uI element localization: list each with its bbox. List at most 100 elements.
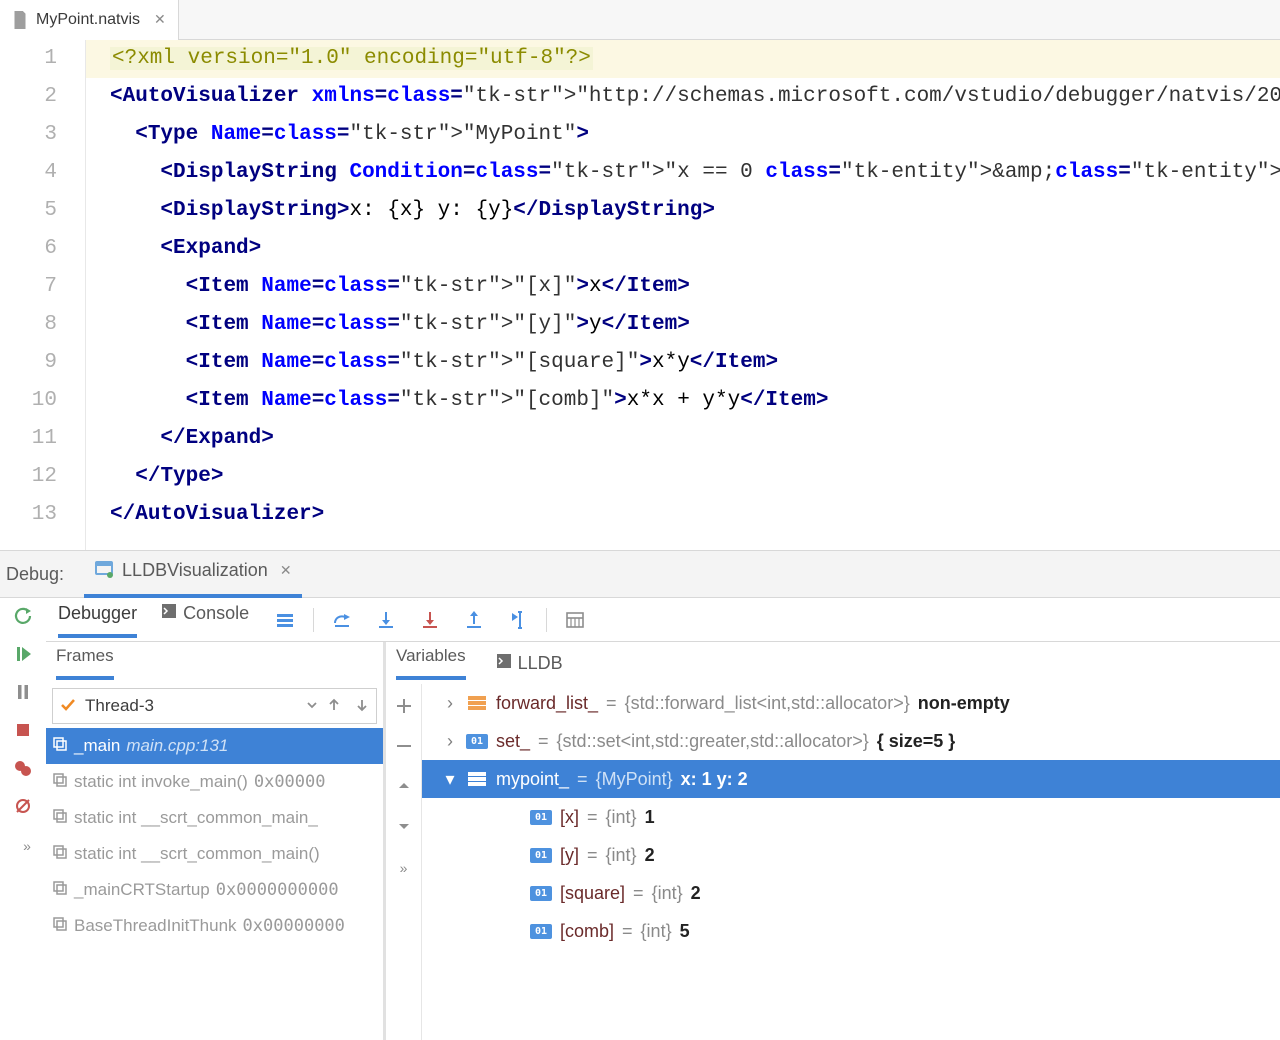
var-name: forward_list_ xyxy=(496,693,598,714)
frame-name: _main xyxy=(74,736,120,756)
var-value: non-empty xyxy=(918,693,1010,714)
chevron-right-icon[interactable]: › xyxy=(442,693,458,714)
editor-tab-filename: MyPoint.natvis xyxy=(36,11,140,29)
code-line[interactable]: <Item Name=class="tk-str">"[y]">y</Item> xyxy=(110,306,1280,344)
step-over-button[interactable] xyxy=(330,608,354,632)
primitive-icon: 01 xyxy=(530,848,552,863)
variables-tree[interactable]: ›forward_list_ = {std::forward_list<int,… xyxy=(422,684,1280,1040)
code-line[interactable]: <DisplayString>x: {x} y: {y}</DisplayStr… xyxy=(110,192,1280,230)
primitive-icon: 01 xyxy=(466,734,488,749)
step-out-button[interactable] xyxy=(462,608,486,632)
variable-row[interactable]: ›01set_ = {std::set<int,std::greater,std… xyxy=(422,722,1280,760)
run-configuration-tab[interactable]: LLDBVisualization ✕ xyxy=(84,550,302,598)
mute-breakpoints-button[interactable] xyxy=(11,794,35,818)
tab-debugger[interactable]: Debugger xyxy=(58,599,137,628)
code-editor[interactable]: 1 2 3 4 5 6 7 8 9 10 11 12 13 <?xml vers… xyxy=(0,40,1280,550)
variables-tab[interactable]: Variables xyxy=(396,646,466,680)
frame-name: static int __scrt_common_main_ xyxy=(74,808,318,828)
code-line[interactable]: </Type> xyxy=(110,458,1280,496)
chevron-down-icon[interactable] xyxy=(306,699,318,714)
arrow-down-icon[interactable] xyxy=(354,697,370,716)
variables-panel: Variables LLDB » xyxy=(386,642,1280,1040)
lldb-tab[interactable]: LLDB xyxy=(496,649,563,678)
debugger-panels: Frames Thread-3 _main main.cpp:131sta xyxy=(46,642,1280,1040)
frame-item[interactable]: static int invoke_main() 0x00000 xyxy=(46,764,383,800)
line-number: 1 xyxy=(0,40,57,78)
resume-button[interactable] xyxy=(11,642,35,666)
arrow-up-icon[interactable] xyxy=(326,697,342,716)
frames-panel-header: Frames xyxy=(46,642,383,684)
code-line[interactable]: <Item Name=class="tk-str">"[comb]">x*x +… xyxy=(110,382,1280,420)
variables-main: » ›forward_list_ = {std::forward_list<in… xyxy=(386,684,1280,1040)
frame-name: static int __scrt_common_main() xyxy=(74,844,320,864)
code-line[interactable]: <AutoVisualizer xmlns=class="tk-str">"ht… xyxy=(110,78,1280,116)
stack-frame-icon xyxy=(52,844,68,865)
line-number: 5 xyxy=(0,192,57,230)
more-actions-button[interactable]: » xyxy=(400,854,408,882)
line-number: 10 xyxy=(0,382,57,420)
var-value: 1 xyxy=(645,807,655,828)
pause-button[interactable] xyxy=(11,680,35,704)
variable-row[interactable]: 01[y] = {int} 2 xyxy=(422,836,1280,874)
primitive-icon: 01 xyxy=(530,924,552,939)
variable-row[interactable]: ›forward_list_ = {std::forward_list<int,… xyxy=(422,684,1280,722)
watch-down-button[interactable] xyxy=(392,814,416,838)
variable-row[interactable]: 01[x] = {int} 1 xyxy=(422,798,1280,836)
chevron-down-icon[interactable]: ▾ xyxy=(442,769,458,790)
code-line[interactable]: <Expand> xyxy=(110,230,1280,268)
thread-name: Thread-3 xyxy=(85,696,298,716)
debug-toolwindow-header: Debug: LLDBVisualization ✕ xyxy=(0,550,1280,598)
line-number: 8 xyxy=(0,306,57,344)
code-area[interactable]: <?xml version="1.0" encoding="utf-8"?><A… xyxy=(85,40,1280,550)
close-icon[interactable]: ✕ xyxy=(280,562,292,579)
var-name: [x] xyxy=(560,807,579,828)
variable-row[interactable]: 01[square] = {int} 2 xyxy=(422,874,1280,912)
tab-console[interactable]: Console xyxy=(161,599,249,628)
step-into-button[interactable] xyxy=(374,608,398,632)
rerun-button[interactable] xyxy=(11,604,35,628)
code-line[interactable]: </Expand> xyxy=(110,420,1280,458)
var-type: {int} xyxy=(652,883,683,904)
code-line[interactable]: </AutoVisualizer> xyxy=(110,496,1280,534)
frames-panel: Frames Thread-3 _main main.cpp:131sta xyxy=(46,642,386,1040)
force-step-into-button[interactable] xyxy=(418,608,442,632)
code-line[interactable]: <?xml version="1.0" encoding="utf-8"?> xyxy=(86,40,1280,78)
check-icon xyxy=(59,696,77,717)
remove-watch-button[interactable] xyxy=(392,734,416,758)
close-icon[interactable]: ✕ xyxy=(154,11,166,28)
frame-item[interactable]: static int __scrt_common_main() xyxy=(46,836,383,872)
editor-tabbar: MyPoint.natvis ✕ xyxy=(0,0,1280,40)
more-actions-button[interactable]: » xyxy=(15,832,31,860)
code-line[interactable]: <Type Name=class="tk-str">"MyPoint"> xyxy=(110,116,1280,154)
stop-button[interactable] xyxy=(11,718,35,742)
code-line[interactable]: <DisplayString Condition=class="tk-str">… xyxy=(110,154,1280,192)
variable-row[interactable]: 01[comb] = {int} 5 xyxy=(422,912,1280,950)
watch-up-button[interactable] xyxy=(392,774,416,798)
evaluate-expression-button[interactable] xyxy=(563,608,587,632)
thread-selector[interactable]: Thread-3 xyxy=(52,688,377,724)
chevron-right-icon[interactable]: › xyxy=(442,731,458,752)
frame-address: 0x0000000000 xyxy=(216,880,339,900)
var-name: [y] xyxy=(560,845,579,866)
frames-list[interactable]: _main main.cpp:131static int invoke_main… xyxy=(46,728,383,1040)
var-name: [square] xyxy=(560,883,625,904)
frame-item[interactable]: _mainCRTStartup 0x0000000000 xyxy=(46,872,383,908)
debug-label: Debug: xyxy=(6,564,64,585)
view-breakpoints-button[interactable] xyxy=(11,756,35,780)
add-watch-button[interactable] xyxy=(392,694,416,718)
variable-row[interactable]: ▾mypoint_ = {MyPoint} x: 1 y: 2 xyxy=(422,760,1280,798)
var-value: 2 xyxy=(691,883,701,904)
var-value: { size=5 } xyxy=(877,731,956,752)
code-line[interactable]: <Item Name=class="tk-str">"[x]">x</Item> xyxy=(110,268,1280,306)
frame-item[interactable]: BaseThreadInitThunk 0x00000000 xyxy=(46,908,383,944)
editor-tab[interactable]: MyPoint.natvis ✕ xyxy=(0,0,179,40)
run-to-cursor-button[interactable] xyxy=(506,608,530,632)
console-icon xyxy=(496,653,512,674)
frames-tab[interactable]: Frames xyxy=(56,646,114,680)
frame-item[interactable]: _main main.cpp:131 xyxy=(46,728,383,764)
line-number: 11 xyxy=(0,420,57,458)
threads-view-icon[interactable] xyxy=(273,608,297,632)
code-line[interactable]: <Item Name=class="tk-str">"[square]">x*y… xyxy=(110,344,1280,382)
var-type: {MyPoint} xyxy=(596,769,673,790)
frame-item[interactable]: static int __scrt_common_main_ xyxy=(46,800,383,836)
